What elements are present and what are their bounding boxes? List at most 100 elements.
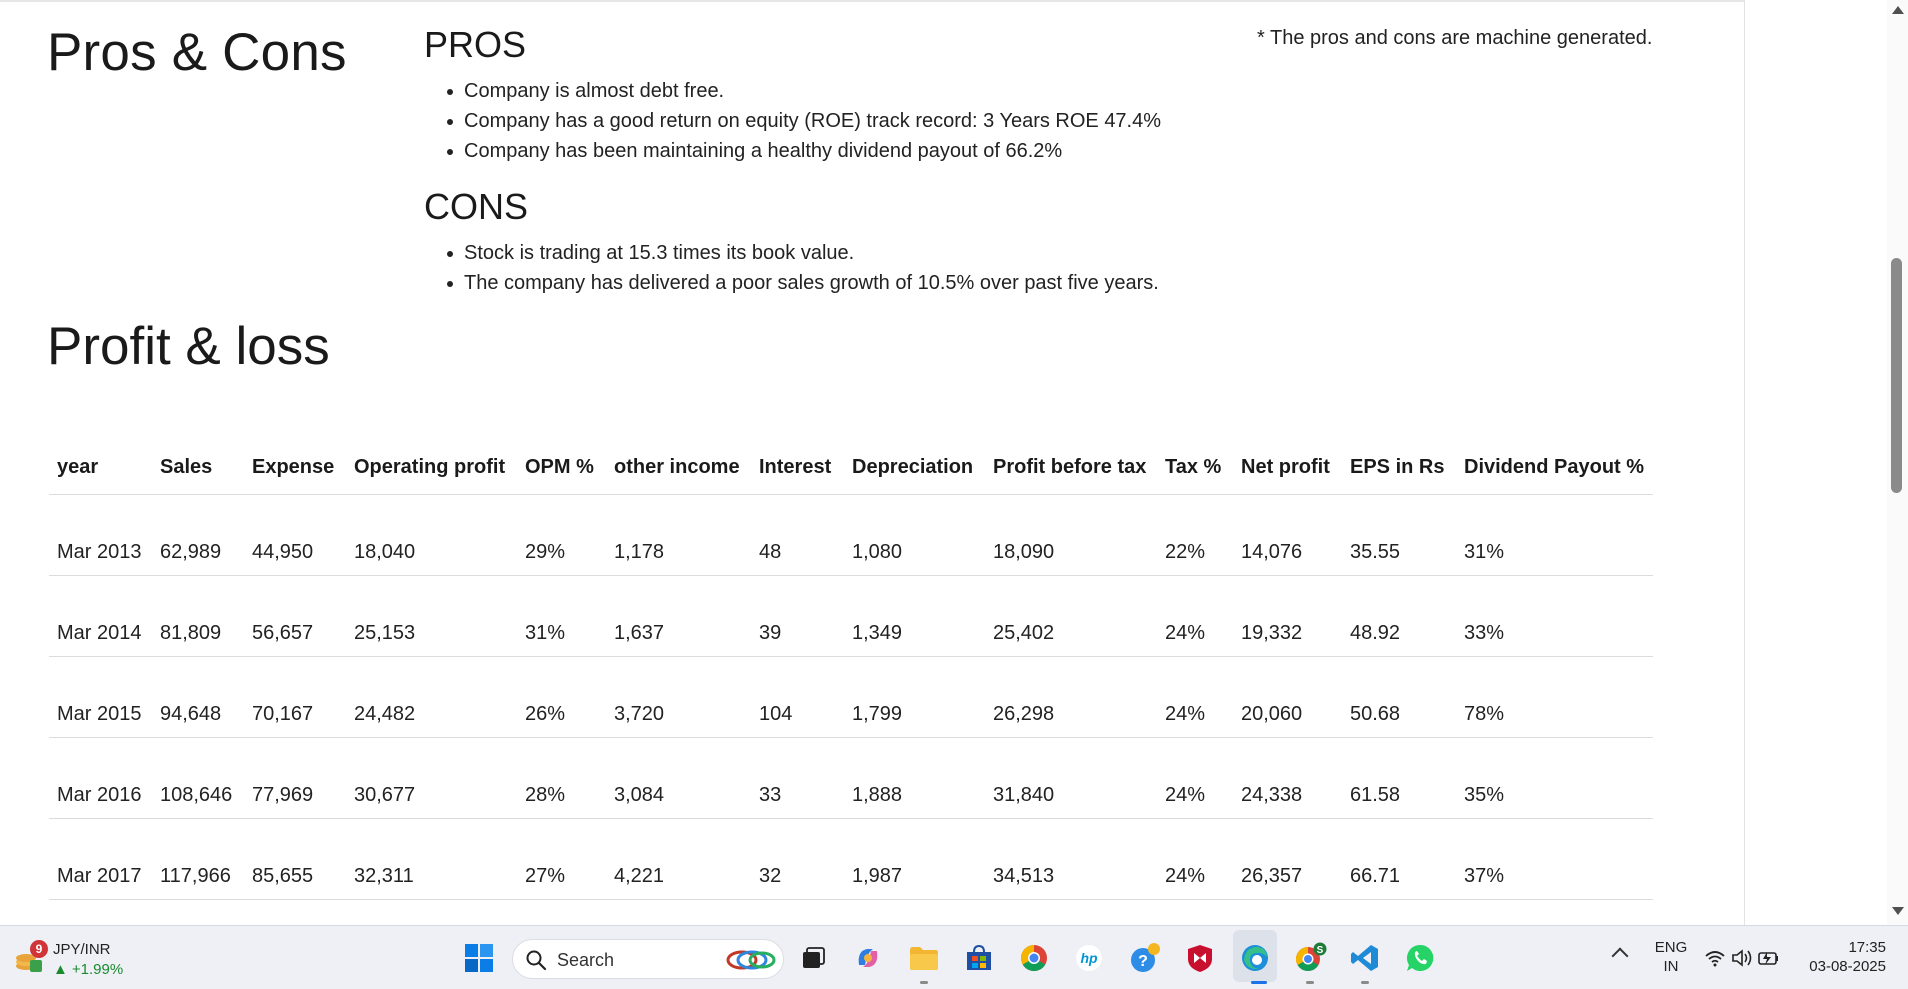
- table-cell: 39: [751, 575, 844, 657]
- vscode-icon: [1351, 945, 1378, 971]
- year-cell: Mar 2015: [49, 656, 152, 738]
- table-cell: [606, 899, 751, 925]
- table-header-row: year Sales Expense Operating profit OPM …: [49, 420, 1653, 495]
- table-cell: 117,966: [152, 818, 244, 900]
- store-icon: [967, 944, 991, 970]
- start-button[interactable]: [461, 940, 497, 976]
- col-header-expense: Expense: [244, 420, 346, 495]
- year-cell: Mar 2014: [49, 575, 152, 657]
- widget-title: JPY/INR: [53, 941, 111, 958]
- table-cell: 85,655: [244, 818, 346, 900]
- clock-time: 17:35: [1848, 939, 1886, 956]
- hp-icon: hp: [1076, 945, 1102, 971]
- system-clock[interactable]: 17:35 03-08-2025: [1800, 938, 1886, 976]
- vscode-button[interactable]: [1347, 940, 1383, 976]
- running-indicator: [1306, 981, 1314, 984]
- table-cell: 24%: [1157, 818, 1233, 900]
- widgets-button[interactable]: 9 JPY/INR ▲ +1.99%: [12, 940, 152, 980]
- pros-heading: PROS: [424, 24, 527, 65]
- table-cell: 70,167: [244, 656, 346, 738]
- table-cell: 1,987: [844, 818, 985, 900]
- pros-item: Company has been maintaining a healthy d…: [446, 136, 1161, 166]
- copilot-button[interactable]: [850, 940, 886, 976]
- whatsapp-icon: [1406, 944, 1434, 971]
- table-cell: 61.58: [1342, 737, 1456, 819]
- show-hidden-icons-chevron-icon[interactable]: [1611, 947, 1629, 965]
- table-cell: 22%: [1157, 494, 1233, 576]
- table-row: Mar 2016 108,646 77,969 30,677 28% 3,084 33 1,8…: [49, 737, 1653, 819]
- table-cell: 35%: [1456, 737, 1653, 819]
- copilot-icon: [858, 949, 878, 967]
- col-header-interest: Interest: [751, 420, 844, 495]
- profit-loss-table: year Sales Expense Operating profit OPM …: [49, 420, 1653, 925]
- folder-icon: [910, 947, 938, 970]
- col-header-profit-before-tax: Profit before tax: [985, 420, 1157, 495]
- table-cell: 26%: [517, 656, 606, 738]
- file-explorer-button[interactable]: [906, 940, 942, 976]
- table-row: Mar 2017 117,966 85,655 32,311 27% 4,221 32 1,9…: [49, 818, 1653, 900]
- wifi-icon[interactable]: [1705, 951, 1725, 967]
- taskbar-search-box[interactable]: Search: [512, 939, 784, 979]
- cons-heading: CONS: [424, 186, 529, 227]
- mcafee-icon: [1188, 945, 1212, 972]
- col-header-tax: Tax %: [1157, 420, 1233, 495]
- scrollbar-thumb[interactable]: [1891, 258, 1902, 493]
- region-code: IN: [1663, 958, 1679, 975]
- table-cell: 18,090: [985, 494, 1157, 576]
- table-cell: 1,637: [606, 575, 751, 657]
- table-cell: 19,332: [1233, 575, 1342, 657]
- svg-text:S: S: [1317, 945, 1324, 956]
- help-icon: ?: [1131, 943, 1160, 972]
- table-cell: [1456, 899, 1653, 925]
- table-cell: 25,153: [346, 575, 517, 657]
- year-cell: Mar: [49, 899, 152, 925]
- chrome-icon: [1020, 944, 1047, 972]
- table-cell: 31,840: [985, 737, 1157, 819]
- web-page-viewport: Pros & Cons PROS * The pros and cons are…: [0, 0, 1887, 925]
- running-indicator: [1361, 981, 1369, 984]
- system-tray-icons[interactable]: [1703, 946, 1783, 970]
- search-highlight-icon: [726, 950, 776, 970]
- hp-button[interactable]: hp: [1071, 940, 1107, 976]
- widget-change-value: +1.99%: [71, 961, 124, 978]
- assistant-button[interactable]: ?: [1127, 940, 1163, 976]
- table-cell: 66.71: [1342, 818, 1456, 900]
- table-cell: 81,809: [152, 575, 244, 657]
- table-cell: 24,482: [346, 656, 517, 738]
- svg-text:?: ?: [1138, 953, 1148, 970]
- table-cell: 31%: [1456, 494, 1653, 576]
- vertical-scrollbar[interactable]: [1887, 0, 1908, 925]
- edge-button[interactable]: [1237, 940, 1273, 976]
- scroll-down-arrow-icon[interactable]: [1892, 907, 1904, 915]
- scroll-up-arrow-icon[interactable]: [1892, 6, 1904, 14]
- table-cell: 78%: [1456, 656, 1653, 738]
- edge-icon: [1242, 945, 1268, 971]
- language-indicator[interactable]: ENG IN: [1654, 938, 1688, 976]
- col-header-operating-profit: Operating profit: [346, 420, 517, 495]
- mcafee-button[interactable]: [1182, 940, 1218, 976]
- table-cell: [985, 899, 1157, 925]
- table-cell: 29%: [517, 494, 606, 576]
- table-cell: 1,799: [844, 656, 985, 738]
- cons-item: The company has delivered a poor sales g…: [447, 268, 1159, 298]
- table-cell: 104: [751, 656, 844, 738]
- task-view-button[interactable]: [795, 940, 831, 976]
- table-cell: 34,513: [985, 818, 1157, 900]
- microsoft-store-button[interactable]: [961, 940, 997, 976]
- table-cell: 94,648: [152, 656, 244, 738]
- table-cell: [844, 899, 985, 925]
- chrome-button[interactable]: [1016, 940, 1052, 976]
- table-cell: [1342, 899, 1456, 925]
- table-cell: 50.68: [1342, 656, 1456, 738]
- col-header-depreciation: Depreciation: [844, 420, 985, 495]
- chrome-profile-icon: S: [1295, 942, 1327, 972]
- task-view-icon: [803, 947, 825, 968]
- volume-icon[interactable]: [1732, 949, 1752, 967]
- machine-generated-note: * The pros and cons are machine generate…: [1257, 27, 1653, 49]
- chrome-profile-button[interactable]: S: [1292, 940, 1328, 976]
- table-cell: 48: [751, 494, 844, 576]
- whatsapp-button[interactable]: [1402, 940, 1438, 976]
- table-cell: 44,950: [244, 494, 346, 576]
- battery-icon[interactable]: [1758, 952, 1778, 965]
- col-header-eps: EPS in Rs: [1342, 420, 1456, 495]
